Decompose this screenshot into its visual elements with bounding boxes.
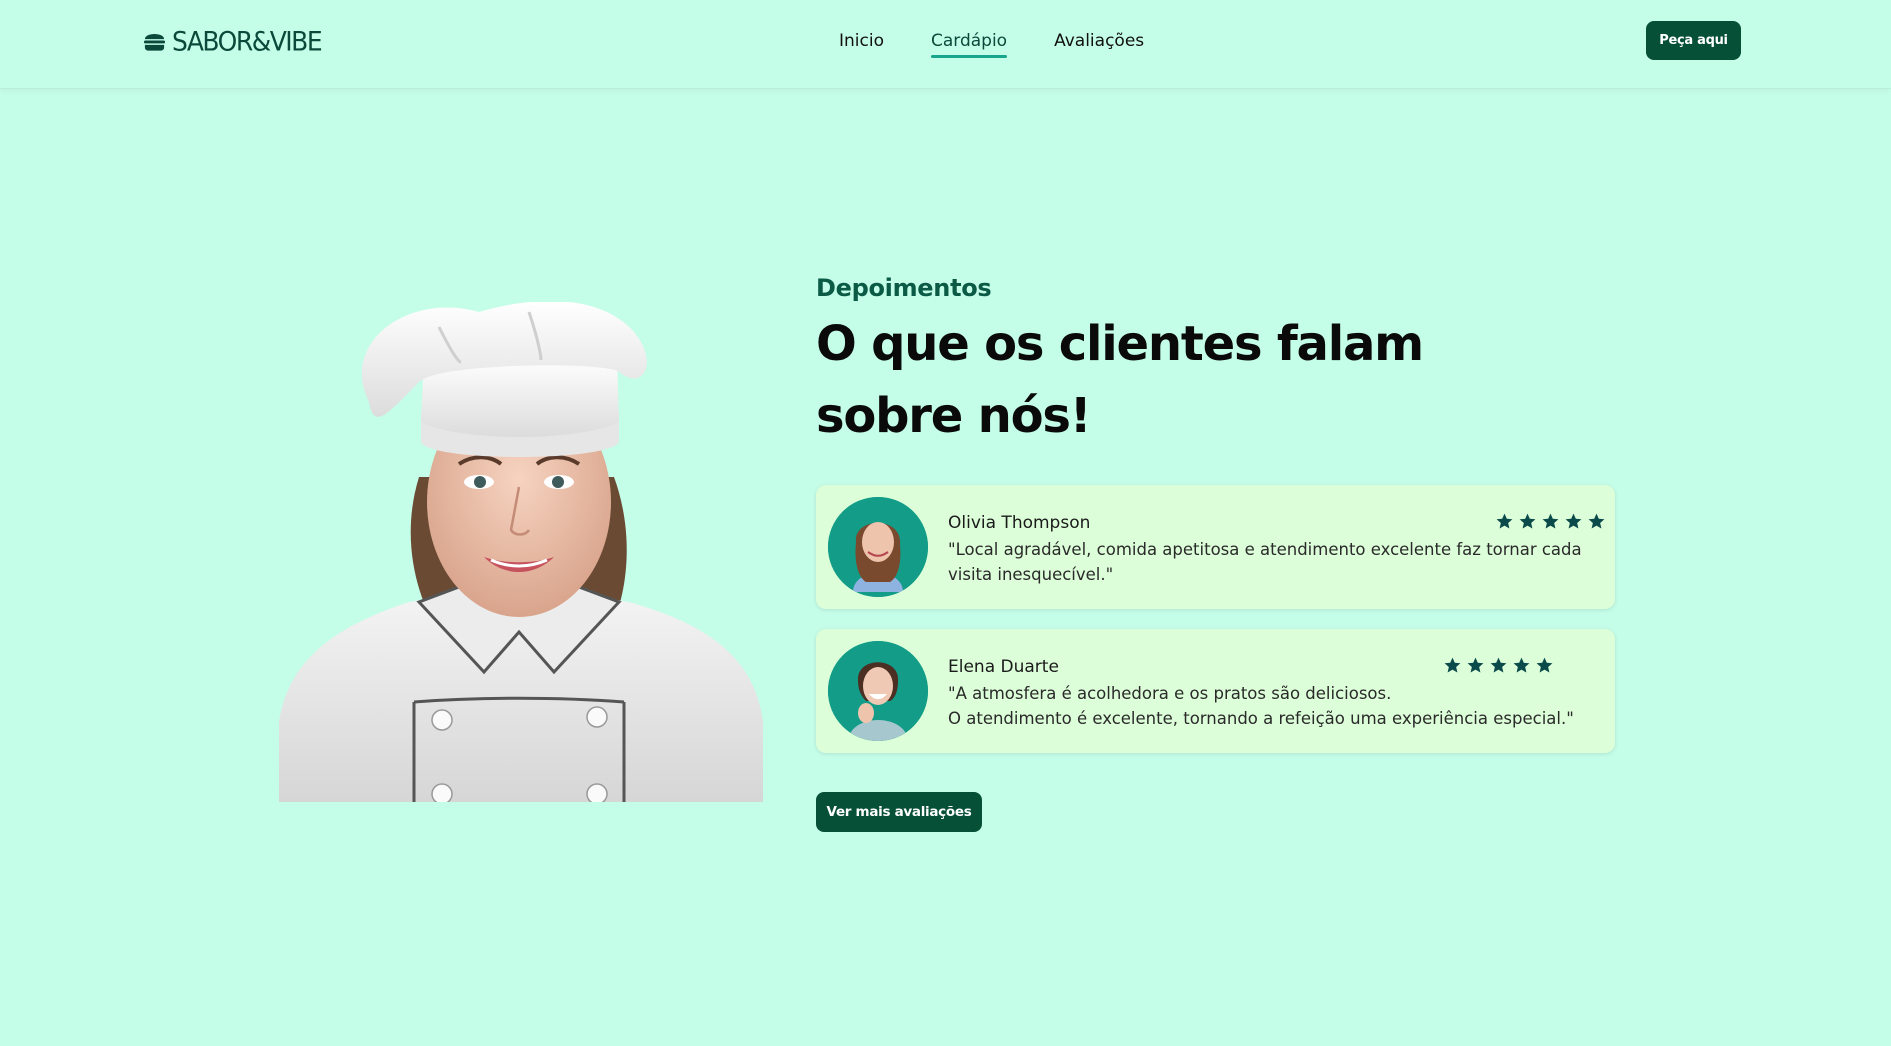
page: SABOR&VIBE Inicio Cardápio Avaliações Pe… <box>0 0 1891 1046</box>
nav-item-inicio[interactable]: Inicio <box>839 30 884 58</box>
review-card: Elena Duarte "A atmosfera é acolhedora e… <box>816 629 1615 753</box>
reviewer-name: Elena Duarte <box>948 657 1059 677</box>
avatar <box>828 641 928 741</box>
star-icon <box>1490 657 1507 673</box>
chef-illustration <box>279 302 763 802</box>
review-card: Olivia Thompson "Local agradável, comida… <box>816 485 1615 609</box>
avatar-photo <box>828 497 928 597</box>
star-icon <box>1565 513 1582 529</box>
logo-text: SABOR&VIBE <box>172 25 323 57</box>
section-heading: O que os clientes falam sobre nós! <box>816 316 1424 444</box>
star-icon <box>1513 657 1530 673</box>
section-eyebrow: Depoimentos <box>816 274 992 302</box>
nav-item-avaliacoes[interactable]: Avaliações <box>1054 30 1144 58</box>
star-icon <box>1496 513 1513 529</box>
review-text-line: O atendimento é excelente, tornando a re… <box>948 709 1574 728</box>
more-reviews-button[interactable]: Ver mais avaliações <box>816 792 982 832</box>
avatar <box>828 497 928 597</box>
star-icon <box>1588 513 1605 529</box>
logo[interactable]: SABOR&VIBE <box>143 25 323 57</box>
order-button[interactable]: Peça aqui <box>1646 21 1741 60</box>
main-nav: Inicio Cardápio Avaliações <box>839 30 1144 58</box>
star-rating <box>1443 656 1554 675</box>
star-icon <box>1536 657 1553 673</box>
review-text-line: "A atmosfera é acolhedora e os pratos sã… <box>948 684 1392 703</box>
review-text: "A atmosfera é acolhedora e os pratos sã… <box>948 681 1588 731</box>
star-icon <box>1542 513 1559 529</box>
star-icon <box>1467 657 1484 673</box>
site-header: SABOR&VIBE Inicio Cardápio Avaliações Pe… <box>0 0 1891 89</box>
avatar-photo <box>828 641 928 741</box>
star-rating <box>1495 512 1606 531</box>
review-text: "Local agradável, comida apetitosa e ate… <box>948 540 1582 584</box>
nav-item-cardapio[interactable]: Cardápio <box>930 30 1008 58</box>
star-icon <box>1519 513 1536 529</box>
star-icon <box>1444 657 1461 673</box>
burger-icon <box>143 34 166 51</box>
reviewer-name: Olivia Thompson <box>948 513 1091 533</box>
